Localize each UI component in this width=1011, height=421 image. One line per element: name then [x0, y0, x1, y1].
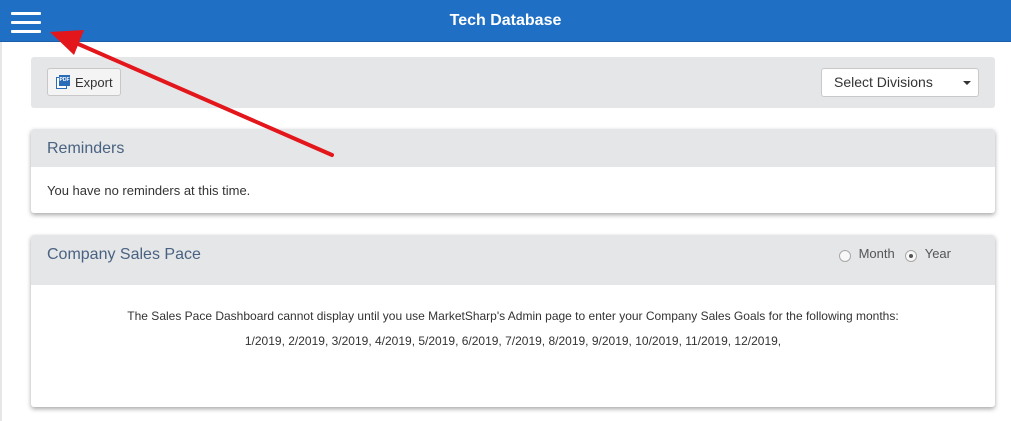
- year-radio[interactable]: [904, 249, 917, 262]
- top-bar: Tech Database: [0, 0, 1011, 42]
- reminders-message: You have no reminders at this time.: [47, 183, 251, 198]
- menu-line: [11, 30, 41, 33]
- left-edge-divider: [0, 42, 2, 421]
- menu-line: [11, 21, 41, 24]
- export-button[interactable]: PDF Export: [47, 68, 121, 96]
- hamburger-menu-icon[interactable]: [8, 6, 44, 36]
- export-label: Export: [75, 74, 113, 90]
- reminders-header: Reminders: [31, 129, 995, 167]
- divisions-select-value: Select Divisions: [834, 74, 933, 90]
- sales-pace-card: Company Sales Pace Month Year The Sales …: [31, 235, 995, 407]
- reminders-title: Reminders: [47, 140, 125, 157]
- app-title: Tech Database: [449, 12, 562, 29]
- year-radio-label[interactable]: Year: [925, 246, 951, 261]
- month-radio[interactable]: [838, 249, 851, 262]
- menu-line: [11, 12, 41, 15]
- reminders-card: Reminders You have no reminders at this …: [31, 129, 995, 213]
- pdf-icon-front: PDF: [59, 75, 70, 86]
- pdf-icon: PDF: [56, 75, 70, 89]
- toolbar: PDF Export Select Divisions: [31, 57, 995, 108]
- divisions-select[interactable]: Select Divisions: [821, 68, 979, 97]
- sales-pace-message: The Sales Pace Dashboard cannot display …: [127, 309, 899, 323]
- period-radio-group: Month Year: [838, 246, 961, 262]
- sales-pace-months: 1/2019, 2/2019, 3/2019, 4/2019, 5/2019, …: [244, 334, 782, 348]
- caret-down-icon: [963, 81, 971, 85]
- sales-pace-header: Company Sales Pace Month Year: [31, 235, 995, 285]
- month-radio-label[interactable]: Month: [859, 246, 895, 261]
- sales-pace-title: Company Sales Pace: [47, 246, 201, 263]
